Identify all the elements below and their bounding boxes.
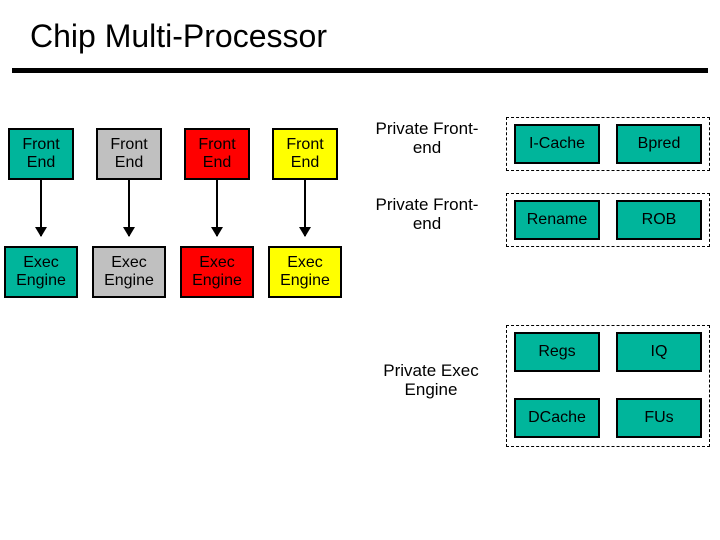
front-end-box-2: Front End (96, 128, 162, 180)
private-front-end-label-1: Private Front-end (372, 120, 482, 157)
exec-engine-box-2: Exec Engine (92, 246, 166, 298)
regs-box: Regs (514, 332, 600, 372)
exec-engine-box-4: Exec Engine (268, 246, 342, 298)
iq-box: IQ (616, 332, 702, 372)
diagram-title: Chip Multi-Processor (30, 18, 327, 55)
bpred-box: Bpred (616, 124, 702, 164)
arrow-2 (128, 180, 130, 236)
exec-engine-box-3: Exec Engine (180, 246, 254, 298)
icache-box: I-Cache (514, 124, 600, 164)
rename-box: Rename (514, 200, 600, 240)
front-end-box-4: Front End (272, 128, 338, 180)
exec-engine-box-1: Exec Engine (4, 246, 78, 298)
rob-box: ROB (616, 200, 702, 240)
arrow-1 (40, 180, 42, 236)
private-exec-engine-label: Private Exec Engine (366, 362, 496, 399)
front-end-box-3: Front End (184, 128, 250, 180)
arrow-3 (216, 180, 218, 236)
dcache-box: DCache (514, 398, 600, 438)
private-front-end-label-2: Private Front-end (372, 196, 482, 233)
title-underline (12, 68, 708, 73)
arrow-4 (304, 180, 306, 236)
fus-box: FUs (616, 398, 702, 438)
front-end-box-1: Front End (8, 128, 74, 180)
